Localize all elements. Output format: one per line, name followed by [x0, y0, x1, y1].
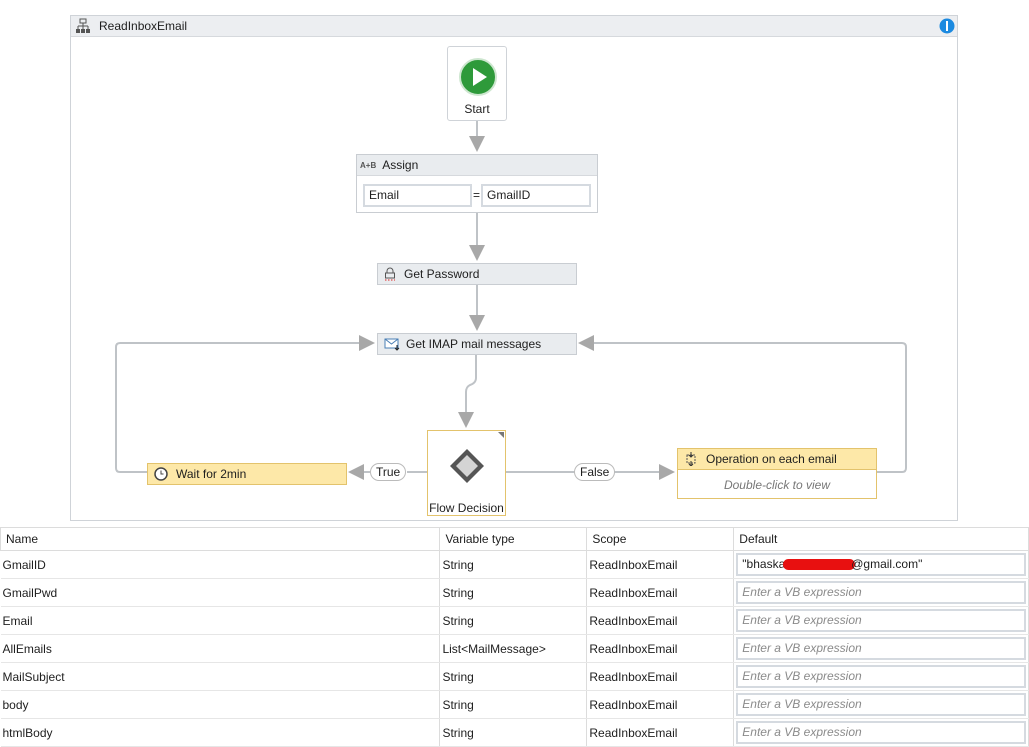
- default-value-prefix: "bhaskar: [742, 557, 790, 571]
- equals-sign: =: [473, 188, 481, 202]
- redaction-mark: [783, 559, 856, 571]
- variable-default-cell: Enter a VB expression: [733, 662, 1029, 691]
- mail-icon: [384, 338, 400, 351]
- assign-activity[interactable]: A+B Assign Email = GmailID: [356, 154, 598, 213]
- variable-default-cell: "bhaskar @gmail.com": [733, 550, 1029, 579]
- lock-icon: [385, 267, 395, 281]
- start-node[interactable]: Start: [447, 46, 507, 121]
- variable-type[interactable]: String: [439, 662, 588, 691]
- variable-default-cell: Enter a VB expression: [733, 690, 1029, 719]
- default-value-input[interactable]: "bhaskar @gmail.com": [736, 553, 1026, 576]
- variable-row[interactable]: Email String ReadInboxEmail Enter a VB e…: [0, 606, 1029, 635]
- variable-default-cell: Enter a VB expression: [733, 578, 1029, 607]
- true-branch-label[interactable]: True: [370, 463, 407, 481]
- variable-type[interactable]: String: [439, 690, 588, 719]
- variable-type[interactable]: String: [439, 606, 588, 635]
- variable-scope[interactable]: ReadInboxEmail: [586, 634, 735, 663]
- default-value-input[interactable]: Enter a VB expression: [736, 609, 1026, 632]
- variable-name[interactable]: htmlBody: [0, 718, 441, 747]
- variable-scope[interactable]: ReadInboxEmail: [586, 690, 735, 719]
- variable-scope[interactable]: ReadInboxEmail: [586, 662, 735, 691]
- flow-decision-label: Flow Decision: [429, 501, 504, 515]
- false-branch-label[interactable]: False: [574, 463, 616, 481]
- clock-icon: [154, 467, 168, 481]
- variable-row[interactable]: GmailID String ReadInboxEmail "bhaskar @g…: [0, 550, 1029, 579]
- default-value-input[interactable]: Enter a VB expression: [736, 665, 1026, 688]
- get-password-activity[interactable]: Get Password: [377, 263, 577, 285]
- variable-type[interactable]: String: [439, 550, 588, 579]
- variable-default-cell: Enter a VB expression: [733, 606, 1029, 635]
- variable-scope[interactable]: ReadInboxEmail: [586, 606, 735, 635]
- variable-default-cell: Enter a VB expression: [733, 634, 1029, 663]
- variable-row[interactable]: body String ReadInboxEmail Enter a VB ex…: [0, 690, 1029, 719]
- assign-to-field[interactable]: Email: [363, 184, 472, 207]
- variables-header-row: Name Variable type Scope Default: [0, 527, 1029, 551]
- flow-decision[interactable]: Flow Decision: [427, 430, 506, 516]
- play-icon: [459, 58, 497, 96]
- variable-name[interactable]: body: [0, 690, 441, 719]
- start-label: Start: [464, 102, 490, 116]
- wait-activity[interactable]: Wait for 2min: [147, 463, 347, 485]
- decision-diamond-icon: [450, 449, 484, 483]
- default-value-input[interactable]: Enter a VB expression: [736, 693, 1026, 716]
- variable-name[interactable]: Email: [0, 606, 441, 635]
- default-value-suffix: @gmail.com": [851, 557, 923, 571]
- variable-name[interactable]: AllEmails: [0, 634, 441, 663]
- get-imap-label: Get IMAP mail messages: [406, 337, 542, 351]
- assign-icon: A+B: [360, 160, 377, 170]
- variable-row[interactable]: AllEmails List<MailMessage> ReadInboxEma…: [0, 634, 1029, 663]
- variable-name[interactable]: MailSubject: [0, 662, 441, 691]
- variable-type[interactable]: String: [439, 578, 588, 607]
- variable-type[interactable]: String: [439, 718, 588, 747]
- column-header-name[interactable]: Name: [0, 527, 441, 551]
- variable-scope[interactable]: ReadInboxEmail: [586, 718, 735, 747]
- variable-default-cell: Enter a VB expression: [733, 718, 1029, 747]
- variable-type[interactable]: List<MailMessage>: [439, 634, 588, 663]
- variable-row[interactable]: MailSubject String ReadInboxEmail Enter …: [0, 662, 1029, 691]
- default-value-input[interactable]: Enter a VB expression: [736, 637, 1026, 660]
- variable-name[interactable]: GmailID: [0, 550, 441, 579]
- get-imap-activity[interactable]: Get IMAP mail messages: [377, 333, 577, 355]
- operation-hint: Double-click to view: [723, 478, 831, 492]
- variables-table: Name Variable type Scope Default GmailID…: [0, 527, 1029, 747]
- variable-scope[interactable]: ReadInboxEmail: [586, 550, 735, 579]
- corner-marker-icon: [498, 432, 504, 438]
- variable-scope[interactable]: ReadInboxEmail: [586, 578, 735, 607]
- column-header-type[interactable]: Variable type: [439, 527, 588, 551]
- column-header-scope[interactable]: Scope: [586, 527, 735, 551]
- get-password-label: Get Password: [404, 267, 480, 281]
- assign-title: Assign: [382, 158, 419, 172]
- variable-row[interactable]: htmlBody String ReadInboxEmail Enter a V…: [0, 718, 1029, 747]
- variable-row[interactable]: GmailPwd String ReadInboxEmail Enter a V…: [0, 578, 1029, 607]
- default-value-input[interactable]: Enter a VB expression: [736, 581, 1026, 604]
- default-value-input[interactable]: Enter a VB expression: [736, 721, 1026, 744]
- operation-activity[interactable]: Operation on each email Double-click to …: [677, 448, 877, 499]
- assign-value-field[interactable]: GmailID: [481, 184, 591, 207]
- wait-label: Wait for 2min: [176, 467, 247, 481]
- variable-name[interactable]: GmailPwd: [0, 578, 441, 607]
- sequence-icon: [686, 452, 696, 466]
- operation-title: Operation on each email: [706, 452, 837, 466]
- column-header-default[interactable]: Default: [733, 527, 1029, 551]
